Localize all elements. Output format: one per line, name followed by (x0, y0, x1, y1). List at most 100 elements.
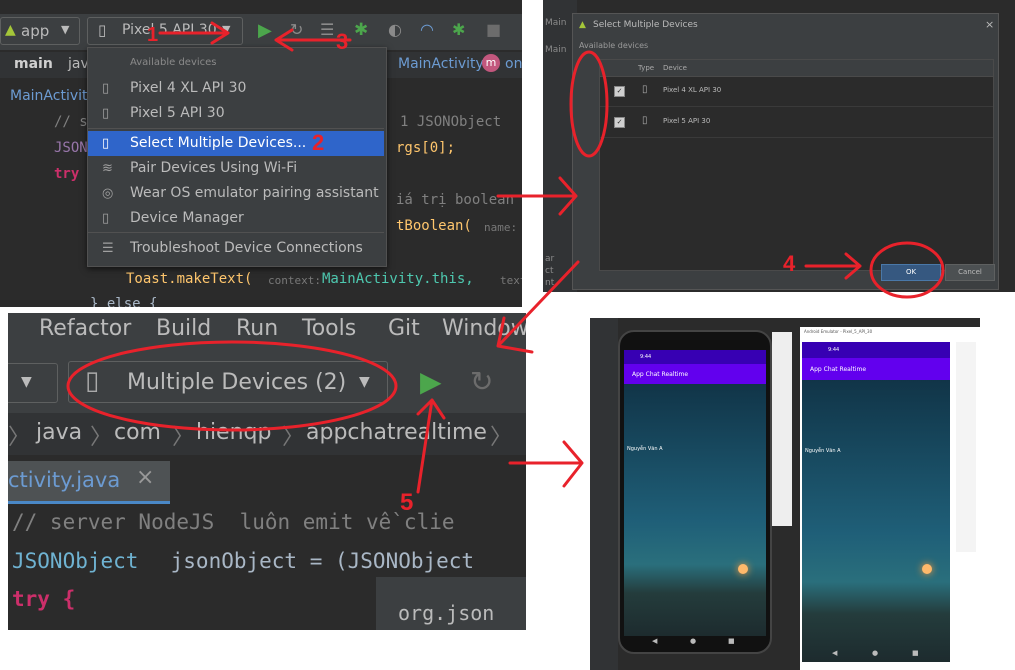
param-hint: text (500, 274, 522, 287)
menu-item-pixel-4-xl[interactable]: ▯ Pixel 4 XL API 30 (88, 76, 384, 101)
panel-multiple-devices: Refactor Build Run Tools Git Window ▼ ▯ … (8, 313, 526, 630)
phone-screen[interactable]: 9:44 App Chat Realtime Nguyễn Văn A ◀ ● … (802, 342, 950, 662)
module-label: app (21, 22, 50, 40)
home-icon[interactable]: ● (872, 649, 878, 657)
column-header[interactable]: Type (638, 64, 654, 72)
apply-changes-icon[interactable]: ↻ (290, 20, 303, 39)
device-combo[interactable]: ▯ Pixel 5 API 30 ▼ (87, 17, 243, 45)
breadcrumb-separator: 〉 (282, 425, 305, 450)
wifi-icon: ≋ (102, 161, 113, 176)
row-checkbox[interactable]: ✓ (614, 86, 625, 97)
menu-item-pixel-5[interactable]: ▯ Pixel 5 API 30 (88, 101, 384, 126)
breadcrumb-class[interactable]: MainActivity (398, 56, 484, 72)
menu-item-select-multiple[interactable]: ▯ Select Multiple Devices... (88, 131, 384, 156)
side-text: ar (545, 254, 555, 264)
chevron-down-icon: ▼ (61, 23, 70, 36)
section-label: Available devices (579, 41, 649, 50)
device-label: Pixel 5 API 30 (122, 22, 217, 38)
recents-icon[interactable]: ■ (912, 649, 919, 657)
code-editor[interactable]: // server NodeJS luôn emit về clie JSONO… (8, 505, 526, 630)
menu-refactor[interactable]: Refactor (39, 316, 131, 341)
attach-debugger-icon[interactable]: ✱ (452, 20, 465, 39)
breadcrumb: 〉 java 〉 com 〉 hienqp 〉 appchatrealtime … (8, 413, 526, 455)
menu-item-troubleshoot[interactable]: ☰ Troubleshoot Device Connections (88, 236, 384, 261)
menu-item-wear-os[interactable]: ◎ Wear OS emulator pairing assistant (88, 181, 384, 206)
back-icon[interactable]: ◀ (832, 649, 837, 657)
step-label-5: 5 (400, 489, 414, 516)
menu-git[interactable]: Git (388, 316, 420, 341)
device-table: Type Device ✓ ▯ Pixel 4 XL API 30 ✓ ▯ Pi… (599, 59, 994, 271)
gauge-icon[interactable]: ◠ (420, 20, 434, 39)
emulator-sidebar-2 (956, 342, 976, 552)
close-icon[interactable]: × (136, 465, 154, 490)
breadcrumb-item[interactable]: java (36, 420, 82, 445)
multi-device-icon: ▯ (85, 366, 100, 396)
module-combo[interactable]: ▼ (8, 363, 58, 403)
app-bar-title: App Chat Realtime (810, 366, 867, 373)
breadcrumb-item[interactable]: hienqp (196, 420, 271, 445)
code-text: } else { (90, 296, 158, 307)
module-combo[interactable]: ▲ app ▼ (0, 17, 80, 45)
breadcrumb-method[interactable]: on (505, 56, 522, 72)
menu-build[interactable]: Build (156, 316, 211, 341)
panel-device-dropdown: ▲ app ▼ ▯ Pixel 5 API 30 ▼ ▶ ↻ ☰ ✱ ◐ ◠ ✱… (0, 0, 522, 307)
menu-item-label: Select Multiple Devices... (130, 135, 307, 151)
run-icon[interactable]: ▶ (258, 20, 272, 41)
side-text: Main (545, 18, 567, 28)
breadcrumb-separator: 〉 (490, 425, 513, 450)
breadcrumb-item[interactable]: com (114, 420, 161, 445)
home-icon[interactable]: ● (690, 637, 696, 645)
back-icon[interactable]: ◀ (652, 637, 657, 645)
toast-call: Toast.makeText( (126, 271, 253, 287)
autocomplete-popup[interactable]: org.json (376, 577, 526, 630)
menu-window[interactable]: Window (442, 316, 526, 341)
stop-icon[interactable]: ■ (486, 20, 501, 39)
profile-icon[interactable]: ◐ (388, 20, 402, 39)
file-tab[interactable]: ctivity.java × (8, 461, 170, 504)
status-bar: 9:44 (624, 350, 766, 364)
menu-tools[interactable]: Tools (302, 316, 356, 341)
row-checkbox[interactable]: ✓ (614, 117, 625, 128)
table-row[interactable]: ✓ ▯ Pixel 5 API 30 (600, 107, 993, 138)
list-icon: ☰ (102, 241, 114, 256)
menu-item-label: Device Manager (130, 210, 244, 226)
emulator-window-2: Android Emulator - Pixel_5_API_30 9:44 A… (800, 327, 980, 670)
row-device-name: Pixel 4 XL API 30 (663, 86, 722, 94)
menu-item-label: Pair Devices Using Wi-Fi (130, 160, 298, 176)
code-comment: iá trị boolean (396, 192, 515, 208)
status-time: 9:44 (828, 347, 840, 353)
code-keyword: JSON (54, 140, 88, 156)
app-bar: App Chat Realtime (802, 358, 950, 380)
close-icon[interactable]: × (985, 18, 994, 31)
ok-button[interactable]: OK (881, 264, 941, 281)
window-title: Android Emulator - Pixel_5_API_30 (804, 329, 873, 334)
breadcrumb-item[interactable]: appchatrealtime (306, 420, 487, 445)
menu-item-device-manager[interactable]: ▯ Device Manager (88, 206, 384, 231)
phone-screen[interactable]: 9:44 App Chat Realtime Nguyễn Văn A (624, 350, 766, 636)
watch-icon: ◎ (102, 186, 114, 201)
recents-icon[interactable]: ■ (728, 637, 735, 645)
menu-lines-icon[interactable]: ☰ (320, 20, 334, 39)
menu-run[interactable]: Run (236, 316, 278, 341)
column-header[interactable]: Device (663, 64, 687, 72)
apply-changes-icon[interactable]: ↻ (470, 365, 493, 398)
file-tab[interactable]: MainActivity (0, 84, 100, 108)
app-bar-title: App Chat Realtime (632, 371, 689, 378)
app-bar: App Chat Realtime (624, 364, 766, 384)
android-icon: ▲ (579, 20, 586, 30)
menu-item-pair-wifi[interactable]: ≋ Pair Devices Using Wi-Fi (88, 156, 384, 181)
code-text: jsonObject = (JSONObject (158, 549, 475, 573)
breadcrumb-item[interactable]: main (14, 56, 53, 72)
cancel-button[interactable]: Cancel (945, 264, 995, 281)
message-text: Nguyễn Văn A (627, 446, 663, 452)
run-icon[interactable]: ▶ (420, 365, 442, 398)
device-combo-label: Multiple Devices (2) (127, 370, 347, 395)
step-label-4: 4 (783, 251, 796, 276)
menu-item-label: Troubleshoot Device Connections (130, 240, 363, 256)
code-call: tBoolean( (396, 218, 472, 234)
panel-select-dialog: Main Main ar ct nt ▲ Select Multiple Dev… (543, 0, 1015, 292)
table-row[interactable]: ✓ ▯ Pixel 4 XL API 30 (600, 76, 993, 107)
debug-icon[interactable]: ✱ (354, 20, 368, 40)
device-combo[interactable]: ▯ Multiple Devices (2) ▼ (68, 361, 388, 403)
nav-bar: ◀ ● ■ (802, 648, 950, 660)
